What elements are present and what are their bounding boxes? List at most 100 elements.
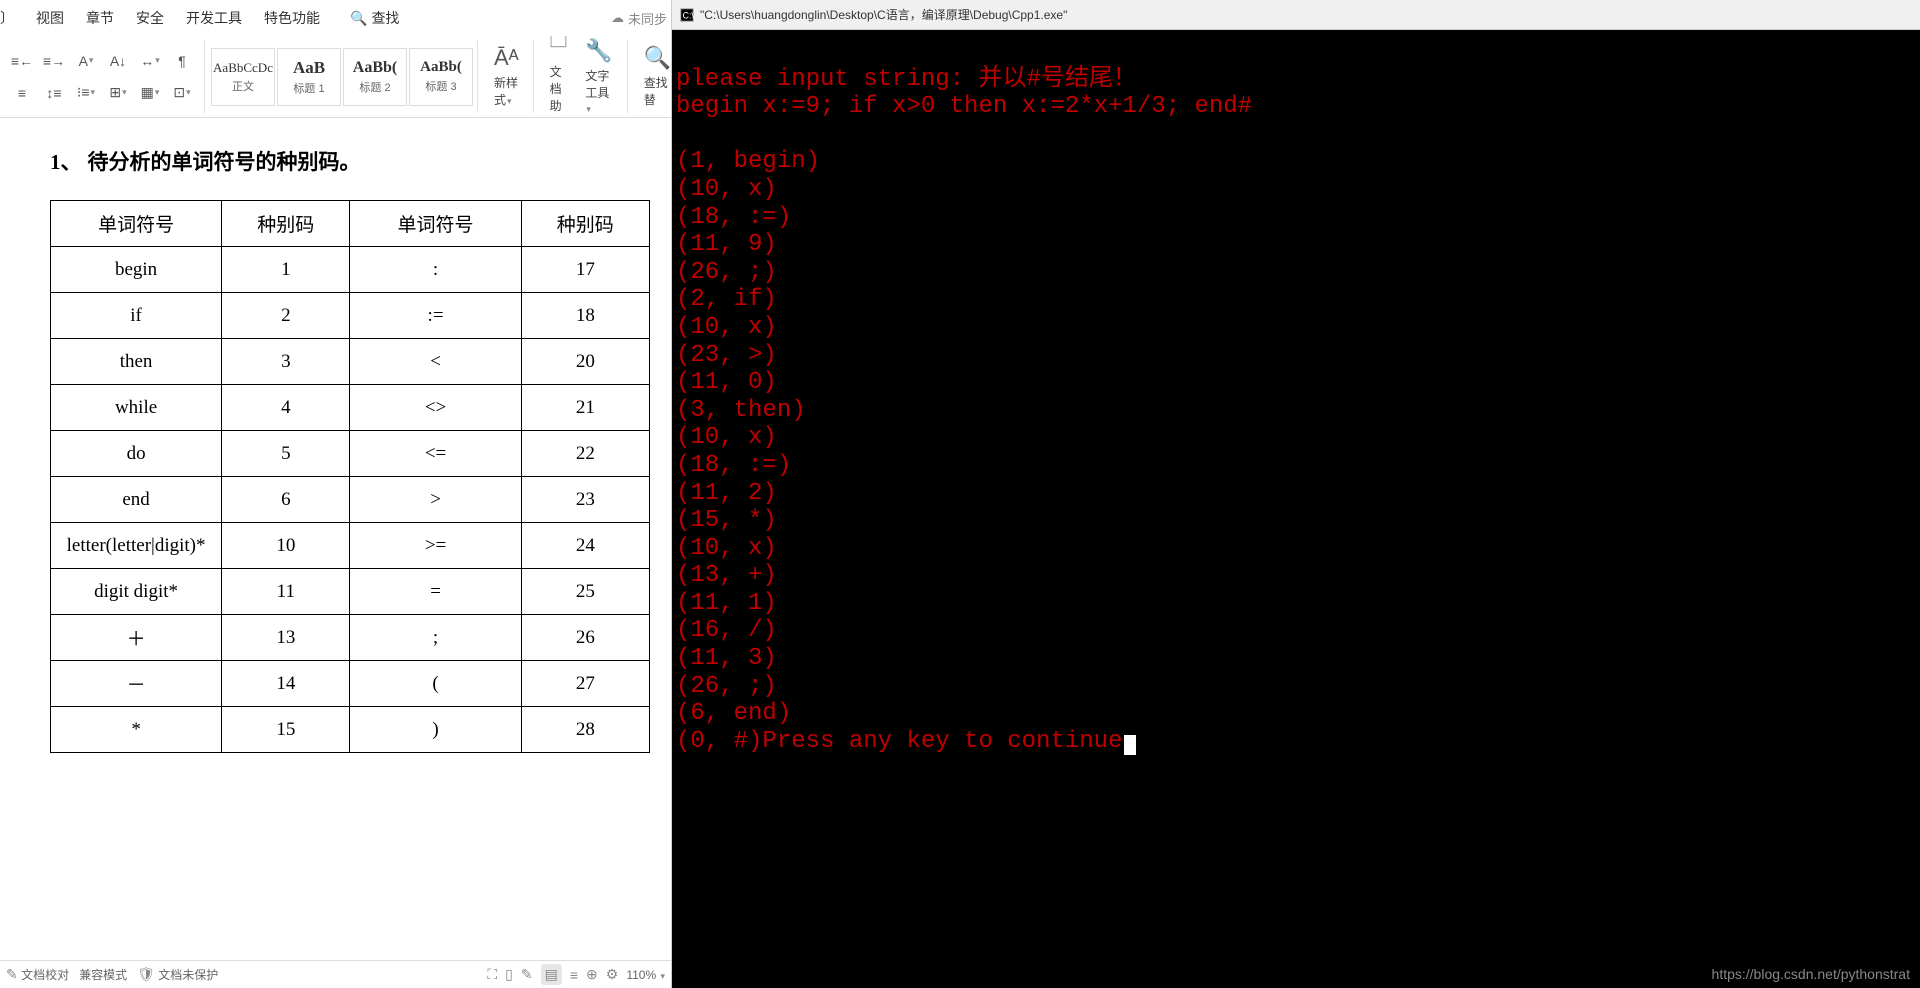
style-heading3[interactable]: AaBb( 标题 3 bbox=[409, 48, 473, 106]
table-cell: 27 bbox=[521, 661, 649, 707]
table-cell: = bbox=[350, 569, 521, 615]
table-cell: begin bbox=[51, 247, 222, 293]
borders-icon[interactable]: ⊞▾ bbox=[104, 79, 132, 107]
console-line: (11, 9) bbox=[676, 231, 1916, 259]
menu-item-devtools[interactable]: 开发工具 bbox=[186, 8, 242, 28]
doc-helper-button[interactable]: 🗋 文档助手 bbox=[544, 36, 574, 118]
menu-item-cut[interactable]: 〕 bbox=[0, 8, 14, 28]
document-area[interactable]: 1、 待分析的单词符号的种别码。 单词符号 种别码 单词符号 种别码 begin… bbox=[0, 118, 671, 960]
zoom-level[interactable]: 110% ▾ bbox=[626, 968, 665, 982]
console-line: (26, ;) bbox=[676, 673, 1916, 701]
word-processor-pane: 〕 视图 章节 安全 开发工具 特色功能 🔍 查找 ☁ 未同步 ≡← ≡→ A▾… bbox=[0, 0, 672, 988]
app-icon: C:\ bbox=[680, 8, 694, 22]
spacing-icon[interactable]: ↔▾ bbox=[136, 47, 164, 75]
table-cell: ; bbox=[350, 615, 521, 661]
find-replace-button[interactable]: 🔍 查找替 bbox=[638, 43, 671, 110]
fullscreen-icon[interactable]: ⛶ bbox=[487, 966, 497, 983]
indent-icon[interactable]: ≡→ bbox=[40, 47, 68, 75]
search-group[interactable]: 🔍 查找 bbox=[350, 8, 399, 28]
cursor bbox=[1124, 735, 1136, 755]
doc-helper-icon: 🗋 bbox=[550, 36, 568, 60]
cloud-icon: ☁ bbox=[611, 10, 624, 26]
table-cell: 6 bbox=[222, 477, 350, 523]
table-row: digit digit*11=25 bbox=[51, 569, 650, 615]
tabs-icon[interactable]: ⊡▾ bbox=[168, 79, 196, 107]
bullets-icon[interactable]: ⁝≡▾ bbox=[72, 79, 100, 107]
web-view-icon[interactable]: ⊕ bbox=[586, 966, 598, 983]
para-mark-icon[interactable]: ¶ bbox=[168, 47, 196, 75]
style-heading1[interactable]: AaB 标题 1 bbox=[277, 48, 341, 106]
console-line: (11, 2) bbox=[676, 480, 1916, 508]
table-cell: * bbox=[51, 707, 222, 753]
table-cell: 18 bbox=[521, 293, 649, 339]
console-line: begin x:=9; if x>0 then x:=2*x+1/3; end# bbox=[676, 93, 1916, 121]
doc-tools-group: 🗋 文档助手 🔧 文字工具▾ bbox=[536, 40, 628, 113]
console-line: (26, ;) bbox=[676, 259, 1916, 287]
edit-view-icon[interactable]: ✎ bbox=[521, 966, 533, 983]
table-row: end6>23 bbox=[51, 477, 650, 523]
console-line: (23, >) bbox=[676, 342, 1916, 370]
table-row: if2:=18 bbox=[51, 293, 650, 339]
table-header-row: 单词符号 种别码 单词符号 种别码 bbox=[51, 201, 650, 247]
table-cell: ( bbox=[350, 661, 521, 707]
line-spacing-icon[interactable]: ↕≡ bbox=[40, 79, 68, 107]
table-cell: : bbox=[350, 247, 521, 293]
table-cell: end bbox=[51, 477, 222, 523]
table-cell: ) bbox=[350, 707, 521, 753]
shield-icon: 🛡 bbox=[137, 966, 155, 982]
align-left-icon[interactable]: ≡ bbox=[8, 79, 36, 107]
console-line: (6, end) bbox=[676, 700, 1916, 728]
search-icon: 🔍 bbox=[350, 10, 367, 27]
style-preview: AaBb( bbox=[353, 59, 397, 77]
reading-view-icon[interactable]: ▯ bbox=[505, 966, 513, 983]
table-cell: 13 bbox=[222, 615, 350, 661]
shading-icon[interactable]: ▦▾ bbox=[136, 79, 164, 107]
console-line: (11, 0) bbox=[676, 369, 1916, 397]
outdent-icon[interactable]: ≡← bbox=[8, 47, 36, 75]
table-row: －14(27 bbox=[51, 661, 650, 707]
page-view-icon[interactable]: ▤ bbox=[541, 964, 562, 985]
protect-button[interactable]: 🛡 文档未保护 bbox=[137, 966, 218, 983]
console-output[interactable]: please input string: 并以#号结尾！begin x:=9; … bbox=[672, 30, 1920, 988]
new-style-icon: Āᴬ bbox=[494, 45, 519, 71]
style-normal[interactable]: AaBbCcDc 正文 bbox=[211, 48, 275, 106]
console-line: (16, /) bbox=[676, 617, 1916, 645]
style-label: 标题 1 bbox=[293, 80, 324, 96]
console-line: (1, begin) bbox=[676, 148, 1916, 176]
menu-item-view[interactable]: 视图 bbox=[36, 8, 64, 28]
table-row: ＋13;26 bbox=[51, 615, 650, 661]
symbol-table: 单词符号 种别码 单词符号 种别码 begin1:17if2:=18then3<… bbox=[50, 200, 650, 753]
text-tools-button[interactable]: 🔧 文字工具▾ bbox=[579, 36, 618, 117]
console-line: (2, if) bbox=[676, 286, 1916, 314]
watermark: https://blog.csdn.net/pythonstrat bbox=[1712, 966, 1910, 982]
table-cell: 14 bbox=[222, 661, 350, 707]
menu-item-chapter[interactable]: 章节 bbox=[86, 8, 114, 28]
table-row: letter(letter|digit)*10>=24 bbox=[51, 523, 650, 569]
style-preview: AaB bbox=[293, 58, 325, 78]
table-row: while4<>21 bbox=[51, 385, 650, 431]
table-cell: 26 bbox=[521, 615, 649, 661]
console-pane: C:\ "C:\Users\huangdonglin\Desktop\C语言，编… bbox=[672, 0, 1920, 988]
settings-icon[interactable]: ⚙ bbox=[606, 966, 619, 983]
style-label: 标题 2 bbox=[359, 79, 390, 95]
th-code2: 种别码 bbox=[521, 201, 649, 247]
table-cell: 17 bbox=[521, 247, 649, 293]
table-cell: 11 bbox=[222, 569, 350, 615]
table-cell: 25 bbox=[521, 569, 649, 615]
font-style-icon[interactable]: A▾ bbox=[72, 47, 100, 75]
outline-view-icon[interactable]: ≡ bbox=[570, 967, 578, 983]
new-style-button[interactable]: Āᴬ 新样式▾ bbox=[488, 43, 525, 110]
proof-button[interactable]: ✎ 文档校对 bbox=[6, 966, 69, 983]
sort-icon[interactable]: A↓ bbox=[104, 47, 132, 75]
table-cell: 28 bbox=[521, 707, 649, 753]
table-cell: letter(letter|digit)* bbox=[51, 523, 222, 569]
menu-item-features[interactable]: 特色功能 bbox=[264, 8, 320, 28]
doc-heading: 1、 待分析的单词符号的种别码。 bbox=[50, 146, 641, 176]
table-cell: 15 bbox=[222, 707, 350, 753]
console-line: (18, :=) bbox=[676, 452, 1916, 480]
menu-item-security[interactable]: 安全 bbox=[136, 8, 164, 28]
style-heading2[interactable]: AaBb( 标题 2 bbox=[343, 48, 407, 106]
console-titlebar[interactable]: C:\ "C:\Users\huangdonglin\Desktop\C语言，编… bbox=[672, 0, 1920, 30]
sync-status[interactable]: ☁ 未同步 bbox=[611, 9, 671, 28]
style-label: 标题 3 bbox=[425, 78, 456, 94]
